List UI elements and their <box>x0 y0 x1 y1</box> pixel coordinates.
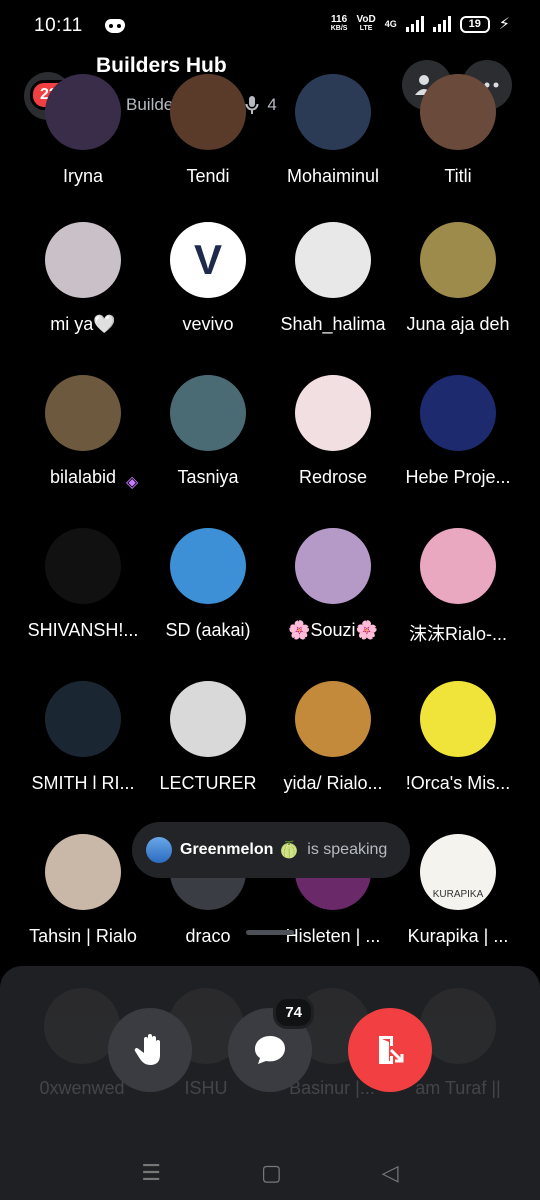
discord-notification-icon <box>104 19 125 33</box>
participant-name: 沫沫Rialo-... <box>408 624 507 644</box>
network-type: 4G <box>384 19 397 29</box>
participant-tile[interactable]: yida/ Rialo... <box>268 681 398 794</box>
avatar <box>295 375 371 451</box>
avatar <box>45 222 121 298</box>
avatar <box>420 681 496 757</box>
participant-name: Shah_halima <box>280 314 386 334</box>
avatar <box>420 528 496 604</box>
status-bar: 10:11 116 KB/S VoD LTE 4G 19 ⚡ <box>0 0 540 52</box>
system-nav-bar: ☰ ▢ ◁ <box>0 1160 540 1186</box>
participant-tile[interactable]: Tendi <box>143 74 273 187</box>
avatar <box>45 528 121 604</box>
speaker-emoji: 🍈 <box>279 842 300 859</box>
participant-tile[interactable]: Tasniya <box>143 375 273 488</box>
participant-tile[interactable]: bilalabid ◈ <box>18 375 148 491</box>
avatar: KURAPIKA <box>420 834 496 910</box>
participant-name: !Orca's Mis... <box>405 773 511 793</box>
avatar <box>45 834 121 910</box>
speaker-avatar <box>146 837 172 863</box>
participant-tile[interactable]: Redrose <box>268 375 398 488</box>
avatar <box>45 375 121 451</box>
charging-icon: ⚡ <box>498 16 510 33</box>
participant-tile[interactable]: Shah_halima <box>268 222 398 335</box>
participant-tile[interactable]: Mohaiminul <box>268 74 398 187</box>
volte-indicator: VoD LTE <box>356 15 375 33</box>
participant-name: Tendi <box>186 166 230 186</box>
network-speed: 116 KB/S <box>331 15 348 33</box>
back-icon[interactable]: ◁ <box>382 1160 399 1186</box>
participant-tile[interactable]: SHIVANSH!... <box>18 528 148 641</box>
signal-icon <box>405 16 424 32</box>
leave-stage-button[interactable] <box>348 1008 432 1092</box>
avatar <box>45 681 121 757</box>
participant-name: Mohaiminul <box>286 166 380 186</box>
participant-tile[interactable]: SD (aakai) <box>143 528 273 641</box>
drag-handle[interactable] <box>246 930 294 935</box>
avatar <box>420 74 496 150</box>
chat-button[interactable]: 74 <box>228 996 314 1092</box>
hand-icon <box>134 1034 160 1065</box>
avatar <box>295 74 371 150</box>
participant-tile[interactable]: Iryna <box>18 74 148 187</box>
participant-name: 🌸Souzi🌸 <box>288 620 378 640</box>
avatar <box>170 681 246 757</box>
avatar <box>170 528 246 604</box>
leave-door-icon <box>379 1036 404 1064</box>
home-icon[interactable]: ▢ <box>261 1160 282 1186</box>
participant-name: Iryna <box>62 166 104 186</box>
participant-tile[interactable]: Vvevivo <box>143 222 273 335</box>
participant-name: Juna aja deh <box>406 314 510 334</box>
raise-hand-button[interactable] <box>108 1008 192 1092</box>
participant-name: Tahsin | Rialo <box>29 926 137 946</box>
participant-name: SD (aakai) <box>165 620 251 640</box>
participant-name: Kurapika | ... <box>407 926 509 946</box>
participant-tile[interactable]: Juna aja deh <box>393 222 523 335</box>
avatar <box>295 681 371 757</box>
participant-tile[interactable]: 🌸Souzi🌸 <box>268 528 398 641</box>
avatar <box>170 375 246 451</box>
participant-name: mi ya🤍 <box>50 314 116 334</box>
participant-name: Titli <box>444 166 472 186</box>
avatar <box>170 74 246 150</box>
participant-tile[interactable]: Hebe Proje... <box>393 375 523 488</box>
clock: 10:11 <box>34 15 83 36</box>
speaker-name: Greenmelon <box>180 841 274 858</box>
controls-tray: 0xwenwed ISHU Basinur |... am Turaf || 7… <box>0 966 540 1200</box>
avatar <box>295 528 371 604</box>
avatar <box>45 74 121 150</box>
speed-unit: KB/S <box>330 25 348 32</box>
avatar <box>420 375 496 451</box>
battery-icon: 19 <box>459 15 490 33</box>
avatar <box>295 222 371 298</box>
recent-apps-icon[interactable]: ☰ <box>141 1160 161 1186</box>
participant-name: SHIVANSH!... <box>27 620 139 640</box>
speaking-text: is speaking <box>307 841 388 858</box>
volte-bottom: LTE <box>359 25 373 32</box>
chat-count-badge: 74 <box>273 996 314 1029</box>
participant-tile[interactable]: Tahsin | Rialo <box>18 834 148 947</box>
speaking-toast: Greenmelon 🍈 is speaking <box>132 822 410 878</box>
participant-name: Redrose <box>298 467 368 487</box>
avatar: V <box>170 222 246 298</box>
participant-name: yida/ Rialo... <box>283 773 383 793</box>
participant-name: Tasniya <box>177 467 239 487</box>
boost-gem-icon: ◈ <box>126 474 139 491</box>
participant-tile[interactable]: SMITH l RI... <box>18 681 148 794</box>
signal-icon-2 <box>432 16 451 32</box>
participant-tile[interactable]: 沫沫Rialo-... <box>393 528 523 646</box>
chat-bubble-icon <box>255 1036 285 1064</box>
participant-tile[interactable]: mi ya🤍 <box>18 222 148 335</box>
participant-name: LECTURER <box>159 773 257 793</box>
participant-name: vevivo <box>182 314 234 334</box>
avatar <box>420 222 496 298</box>
participant-tile[interactable]: Titli <box>393 74 523 187</box>
participant-name: SMITH l RI... <box>31 773 135 793</box>
volte-top: VoD <box>356 14 376 25</box>
participant-name: Hebe Proje... <box>405 467 511 487</box>
participant-tile[interactable]: LECTURER <box>143 681 273 794</box>
participant-tile[interactable]: KURAPIKA Kurapika | ... <box>393 834 523 947</box>
speed-value: 116 <box>331 14 348 25</box>
participant-tile[interactable]: !Orca's Mis... <box>393 681 523 794</box>
